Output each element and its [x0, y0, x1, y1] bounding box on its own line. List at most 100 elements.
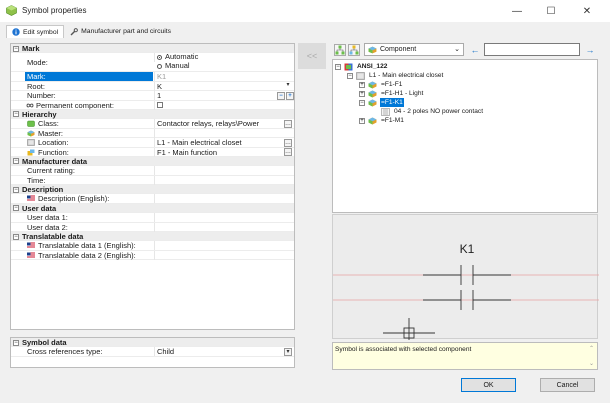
tree-node-location[interactable]: − L1 - Main electrical closet	[347, 71, 444, 80]
property-root[interactable]: Root: K ▾	[11, 81, 294, 92]
collapse-icon[interactable]: −	[13, 205, 19, 212]
project-icon	[344, 63, 353, 70]
tree-node-f1-f1[interactable]: + =F1-F1	[359, 80, 403, 89]
contactor-symbol-drawing: K1	[333, 242, 599, 340]
collapse-icon[interactable]: −	[335, 63, 341, 70]
component-icon	[368, 81, 377, 88]
us-flag-icon	[27, 195, 35, 202]
transfer-button[interactable]: <<	[298, 43, 326, 69]
close-button[interactable]: ✕	[574, 2, 600, 20]
tab-edit-symbol[interactable]: Edit symbol	[6, 25, 65, 38]
property-description-english[interactable]: Description (English):	[11, 194, 294, 204]
tree-node-f1-h1[interactable]: + =F1-H1 - Light	[359, 89, 424, 98]
tab-manufacturer-part[interactable]: Manufacturer part and circuits	[64, 25, 177, 38]
class-folder-icon	[27, 121, 35, 128]
collapse-icon[interactable]: −	[13, 339, 19, 346]
property-class[interactable]: Class: Contactor relays, relays\Power …	[11, 119, 294, 129]
component-tree: − ANSI_122 − L1 - Main electrical closet…	[332, 59, 598, 213]
scroll-down-icon[interactable]: ⌄	[589, 360, 594, 367]
forward-arrow-button[interactable]: →	[584, 43, 596, 56]
location-value: L1 - Main electrical closet	[157, 138, 242, 148]
category-symbol-data[interactable]: − Symbol data	[11, 338, 294, 348]
collapse-icon[interactable]: −	[13, 45, 19, 52]
category-translatable-data[interactable]: − Translatable data	[11, 232, 294, 242]
category-mark[interactable]: − Mark	[11, 44, 294, 54]
wrench-icon	[70, 27, 79, 35]
expand-icon[interactable]: +	[359, 117, 365, 124]
tree-search-input[interactable]	[484, 43, 580, 56]
collapse-icon[interactable]: −	[13, 111, 19, 118]
dropdown-arrow-icon[interactable]: ▾	[284, 82, 292, 90]
info-icon	[12, 28, 20, 36]
circuit-icon	[381, 107, 390, 116]
category-description[interactable]: − Description	[11, 185, 294, 195]
permanent-checkbox[interactable]	[157, 101, 163, 108]
root-value[interactable]: K	[157, 82, 267, 91]
mode-radio-group: Automatic Manual	[157, 53, 267, 72]
collapse-icon[interactable]: −	[359, 99, 365, 106]
component-icon	[368, 99, 377, 106]
browse-location-button[interactable]: …	[284, 138, 292, 147]
window-title: Symbol properties	[22, 6, 87, 15]
symbol-preview: K1	[332, 214, 599, 340]
property-current-rating[interactable]: Current rating:	[11, 166, 294, 176]
tree-view-button[interactable]	[334, 44, 346, 56]
property-function[interactable]: Function: F1 - Main function …	[11, 147, 294, 157]
ok-button[interactable]: OK	[461, 378, 516, 392]
property-translatable-data-1[interactable]: Translatable data 1 (English):	[11, 241, 294, 251]
master-value	[157, 129, 267, 138]
tree-node-f1-m1[interactable]: + =F1-M1	[359, 116, 405, 125]
collapse-icon[interactable]: −	[347, 72, 353, 79]
decrement-button[interactable]: −	[277, 91, 285, 100]
property-cross-references-type[interactable]: Cross references type: Child ▾	[11, 347, 294, 357]
maximize-button[interactable]: ☐	[538, 2, 564, 20]
property-user-data-1[interactable]: User data 1:	[11, 213, 294, 223]
property-mark[interactable]: Mark: K1	[11, 72, 294, 82]
tree-node-project[interactable]: − ANSI_122	[335, 62, 388, 71]
browse-class-button[interactable]: …	[284, 119, 292, 128]
us-flag-icon	[27, 242, 35, 249]
title-bar: Symbol properties — ☐ ✕	[0, 0, 610, 22]
property-permanent[interactable]: Permanent component:	[11, 100, 294, 110]
collapse-icon[interactable]: −	[13, 186, 19, 193]
expand-icon[interactable]: +	[359, 90, 365, 97]
back-arrow-button[interactable]: ←	[469, 43, 481, 56]
expand-icon[interactable]: +	[359, 81, 365, 88]
tab-label: Edit symbol	[23, 28, 59, 36]
property-number[interactable]: Number: 1 − +	[11, 91, 294, 101]
tree-node-circuit[interactable]: 04 - 2 poles NO power contact	[381, 107, 484, 116]
chevron-down-icon: ⌄	[454, 46, 460, 53]
scroll-up-icon[interactable]: ⌃	[589, 345, 594, 352]
app-icon	[6, 5, 17, 16]
property-translatable-data-2[interactable]: Translatable data 2 (English):	[11, 250, 294, 261]
hierarchy-view-button[interactable]	[348, 44, 360, 56]
radio-unchecked-icon	[157, 63, 162, 69]
function-value: F1 - Main function	[157, 147, 218, 157]
category-manufacturer-data[interactable]: − Manufacturer data	[11, 156, 294, 167]
symbol-tag-label: K1	[460, 242, 475, 256]
category-user-data[interactable]: − User data	[11, 203, 294, 214]
tab-bar: Edit symbol Manufacturer part and circui…	[6, 25, 177, 39]
number-value[interactable]: 1	[157, 91, 267, 100]
tree-node-f1-k1[interactable]: − =F1-K1	[359, 98, 404, 107]
us-flag-icon	[27, 252, 35, 259]
browse-function-button[interactable]: …	[284, 148, 292, 157]
location-cabinet-icon	[27, 139, 35, 146]
mode-manual-radio[interactable]: Manual	[157, 61, 267, 71]
component-icon	[368, 46, 377, 53]
collapse-icon[interactable]: −	[13, 158, 19, 165]
property-user-data-2[interactable]: User data 2:	[11, 222, 294, 233]
property-time[interactable]: Time:	[11, 175, 294, 186]
infinity-icon	[26, 103, 34, 107]
minimize-button[interactable]: —	[504, 2, 530, 20]
tab-label: Manufacturer part and circuits	[81, 28, 172, 35]
increment-button[interactable]: +	[286, 91, 294, 100]
property-location[interactable]: Location: L1 - Main electrical closet …	[11, 138, 294, 148]
cancel-button[interactable]: Cancel	[540, 378, 595, 392]
tree-filter-combo[interactable]: Component ⌄	[364, 43, 464, 56]
category-hierarchy[interactable]: − Hierarchy	[11, 109, 294, 120]
property-master[interactable]: Master:	[11, 128, 294, 139]
collapse-icon[interactable]: −	[13, 233, 19, 240]
cross-references-value[interactable]: Child	[157, 347, 267, 356]
dropdown-arrow-icon[interactable]: ▾	[284, 347, 292, 356]
